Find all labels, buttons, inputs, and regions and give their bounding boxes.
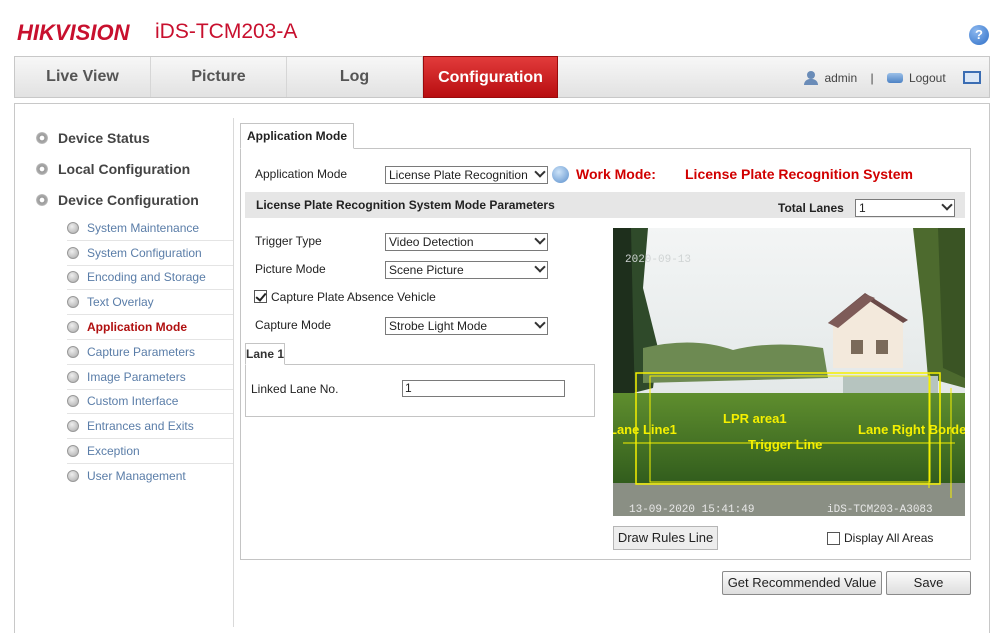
video-preview[interactable]: LPR area1 Trigger Line Lane Line1 Lane R…	[613, 228, 965, 516]
info-icon[interactable]	[552, 166, 569, 183]
logout-icon[interactable]	[886, 72, 903, 83]
menu-user-management[interactable]: User Management	[67, 464, 233, 489]
tab-log[interactable]: Log	[287, 57, 423, 97]
capture-mode-select[interactable]: Strobe Light Mode	[385, 317, 548, 335]
scene-image: LPR area1 Trigger Line Lane Line1 Lane R…	[613, 228, 965, 516]
picture-mode-label: Picture Mode	[255, 262, 326, 276]
logout-link[interactable]: Logout	[909, 71, 946, 85]
menu-text-overlay[interactable]: Text Overlay	[67, 290, 233, 315]
overlay-lpr-area: LPR area1	[723, 411, 787, 426]
user-separator: |	[870, 70, 874, 85]
linked-lane-label: Linked Lane No.	[251, 382, 339, 396]
chevron-down-icon	[534, 234, 546, 245]
bullet-icon	[67, 470, 79, 482]
bullet-icon	[67, 271, 79, 283]
trigger-type-select[interactable]: Video Detection	[385, 233, 548, 251]
menu-system-configuration[interactable]: System Configuration	[67, 241, 233, 266]
bullet-icon	[67, 247, 79, 259]
overlay-lane-right-border: Lane Right Border	[858, 422, 965, 437]
gear-icon	[36, 132, 48, 144]
tab-picture[interactable]: Picture	[151, 57, 287, 97]
save-button[interactable]: Save	[886, 571, 971, 595]
menu-entrances-exits[interactable]: Entrances and Exits	[67, 414, 233, 439]
total-lanes-select[interactable]: 1	[855, 199, 955, 217]
sidebar-divider	[233, 118, 234, 627]
bullet-icon	[67, 222, 79, 234]
screen-icon[interactable]	[963, 71, 981, 85]
overlay-trigger-line: Trigger Line	[748, 437, 822, 452]
menu-device-status[interactable]: Device Status	[36, 130, 150, 146]
menu-image-parameters[interactable]: Image Parameters	[67, 365, 233, 390]
chevron-down-icon	[941, 200, 953, 211]
menu-custom-interface[interactable]: Custom Interface	[67, 389, 233, 414]
trigger-type-label: Trigger Type	[255, 234, 322, 248]
overlay-lane-line: Lane Line1	[613, 422, 677, 437]
section-title: License Plate Recognition System Mode Pa…	[256, 198, 555, 212]
get-recommended-value-button[interactable]: Get Recommended Value	[722, 571, 882, 595]
bullet-icon	[67, 321, 79, 333]
capture-absence-checkbox[interactable]	[254, 290, 267, 303]
tab-application-mode[interactable]: Application Mode	[240, 123, 354, 149]
chevron-down-icon	[534, 167, 546, 178]
gear-icon	[36, 163, 48, 175]
app-mode-label: Application Mode	[255, 167, 348, 181]
total-lanes-label: Total Lanes	[778, 201, 844, 215]
capture-mode-label: Capture Mode	[255, 318, 332, 332]
picture-mode-select[interactable]: Scene Picture	[385, 261, 548, 279]
device-model: iDS-TCM203-A	[155, 20, 298, 43]
osd-top-date: 2020-09-13	[625, 254, 691, 266]
tab-live-view[interactable]: Live View	[15, 57, 151, 97]
user-area: admin | Logout	[804, 57, 981, 97]
menu-local-configuration[interactable]: Local Configuration	[36, 161, 190, 177]
tab-lane-1[interactable]: Lane 1	[245, 343, 285, 365]
main-navigation: Live View Picture Log Configuration admi…	[14, 56, 990, 98]
chevron-down-icon	[534, 262, 546, 273]
help-icon[interactable]: ?	[969, 25, 989, 45]
bullet-icon	[67, 371, 79, 383]
bullet-icon	[67, 346, 79, 358]
username: admin	[824, 70, 858, 85]
tab-configuration[interactable]: Configuration	[423, 56, 558, 98]
user-icon	[804, 70, 819, 85]
display-all-areas-label: Display All Areas	[844, 531, 934, 545]
chevron-down-icon	[534, 318, 546, 329]
bullet-icon	[67, 395, 79, 407]
osd-device-name: iDS-TCM203-A3083	[827, 504, 933, 516]
menu-capture-parameters[interactable]: Capture Parameters	[67, 340, 233, 365]
bullet-icon	[67, 420, 79, 432]
menu-application-mode[interactable]: Application Mode	[67, 315, 233, 340]
work-mode-label: Work Mode:	[576, 166, 656, 182]
bullet-icon	[67, 445, 79, 457]
gear-icon	[36, 194, 48, 206]
hikvision-logo: HIKVISION	[17, 20, 130, 45]
display-all-areas-checkbox[interactable]	[827, 532, 840, 545]
draw-rules-line-button[interactable]: Draw Rules Line	[613, 526, 718, 550]
linked-lane-input[interactable]: 1	[402, 380, 565, 397]
work-mode-value: License Plate Recognition System	[685, 166, 913, 182]
bullet-icon	[67, 296, 79, 308]
app-header: HIKVISION iDS-TCM203-A ?	[0, 0, 1005, 56]
capture-absence-label: Capture Plate Absence Vehicle	[271, 290, 436, 304]
menu-system-maintenance[interactable]: System Maintenance	[67, 216, 233, 241]
app-mode-select[interactable]: License Plate Recognition	[385, 166, 548, 184]
menu-device-configuration[interactable]: Device Configuration	[36, 192, 199, 208]
menu-encoding-storage[interactable]: Encoding and Storage	[67, 265, 233, 290]
osd-timestamp: 13-09-2020 15:41:49	[629, 504, 754, 516]
menu-exception[interactable]: Exception	[67, 439, 233, 464]
